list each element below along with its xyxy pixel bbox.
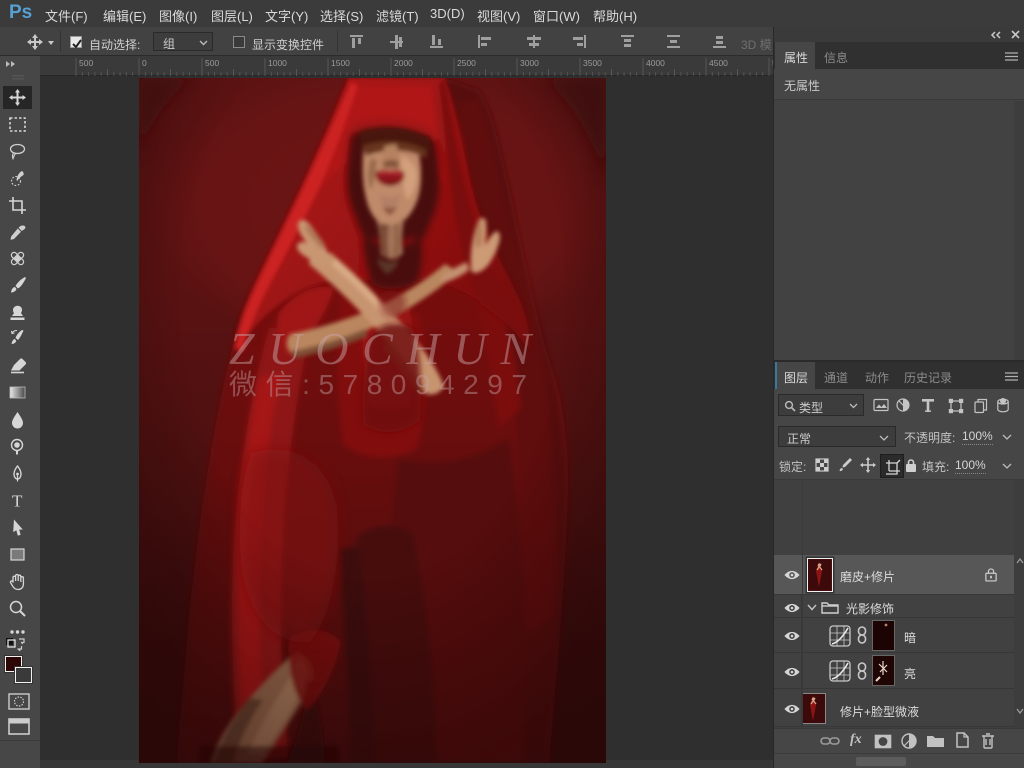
- svg-text:2000: 2000: [394, 58, 413, 68]
- svg-text:ZUOCHUN: ZUOCHUN: [229, 323, 539, 374]
- svg-text:1000: 1000: [268, 58, 287, 68]
- svg-text:4500: 4500: [709, 58, 728, 68]
- svg-text:500: 500: [79, 58, 93, 68]
- svg-text:0: 0: [142, 58, 147, 68]
- svg-text:3500: 3500: [583, 58, 602, 68]
- svg-text:2500: 2500: [457, 58, 476, 68]
- svg-text:T: T: [12, 492, 23, 511]
- svg-text:3000: 3000: [520, 58, 539, 68]
- svg-text:500: 500: [205, 58, 219, 68]
- svg-text:1500: 1500: [331, 58, 350, 68]
- svg-text:4000: 4000: [646, 58, 665, 68]
